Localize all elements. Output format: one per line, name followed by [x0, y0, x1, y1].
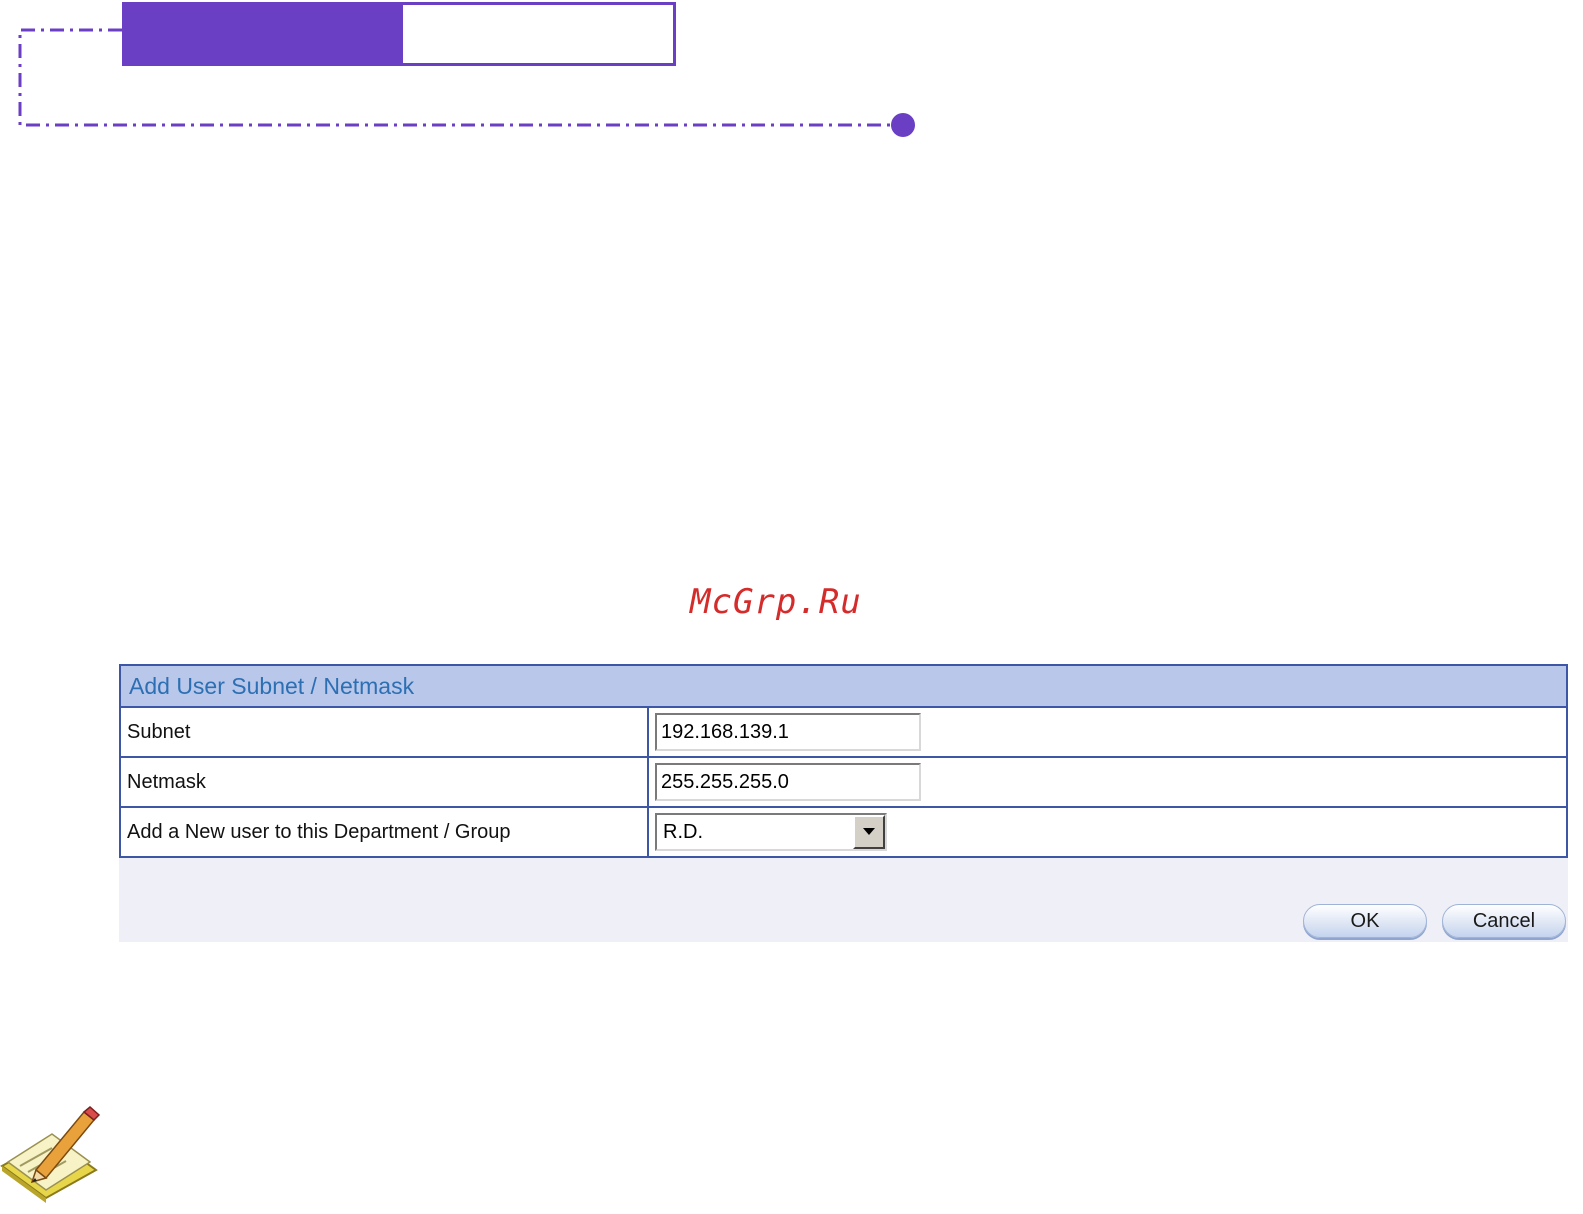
subnet-input[interactable]: [655, 713, 921, 751]
dialog-title: Add User Subnet / Netmask: [119, 664, 1568, 708]
header-tab: [122, 2, 676, 66]
group-row: Add a New user to this Department / Grou…: [119, 806, 1568, 858]
netmask-input[interactable]: [655, 763, 921, 801]
subnet-row: Subnet: [119, 706, 1568, 758]
ok-button[interactable]: OK: [1303, 904, 1427, 938]
netmask-label: Netmask: [119, 756, 649, 808]
add-user-subnet-dialog: Add User Subnet / Netmask Subnet Netmask…: [119, 664, 1568, 942]
group-select-value: R.D.: [663, 821, 703, 843]
group-select[interactable]: R.D.: [655, 813, 887, 851]
note-pencil-icon: [0, 1106, 100, 1203]
cancel-button[interactable]: Cancel: [1442, 904, 1566, 938]
header-tab-fill: [125, 5, 403, 63]
chevron-down-icon: [863, 828, 875, 835]
page: McGrp.Ru Add User Subnet / Netmask Subne…: [0, 0, 1583, 1214]
connector-dot: [891, 113, 915, 137]
group-cell: R.D.: [647, 806, 1568, 858]
netmask-row: Netmask: [119, 756, 1568, 808]
subnet-cell: [647, 706, 1568, 758]
netmask-cell: [647, 756, 1568, 808]
subnet-label: Subnet: [119, 706, 649, 758]
watermark: McGrp.Ru: [690, 582, 862, 622]
dropdown-button[interactable]: [853, 815, 885, 849]
form-table: Subnet Netmask Add a New user to this De…: [119, 706, 1568, 858]
group-label: Add a New user to this Department / Grou…: [119, 806, 649, 858]
